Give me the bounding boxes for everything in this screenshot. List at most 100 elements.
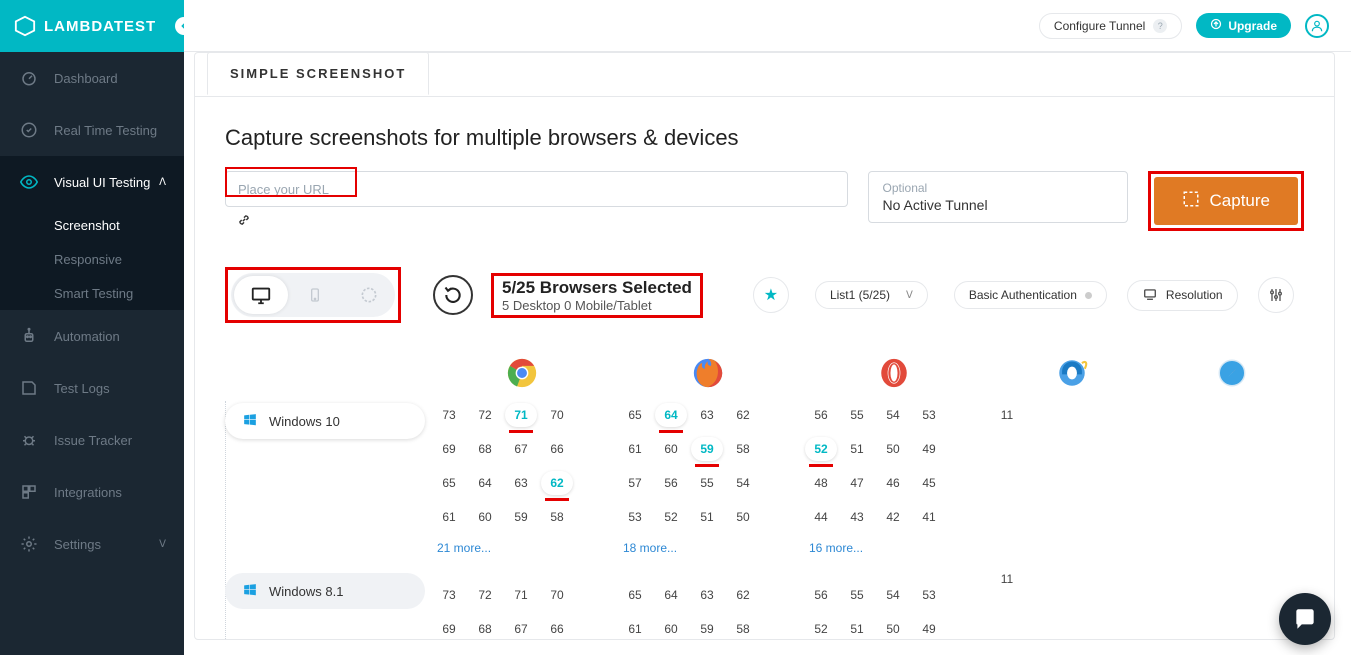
version-chip[interactable]: 66 (541, 617, 573, 639)
version-chip[interactable]: 64 (469, 471, 501, 495)
chrome-more-link[interactable]: 21 more... (433, 541, 611, 555)
configure-tunnel-button[interactable]: Configure Tunnel ? (1039, 13, 1182, 39)
version-chip[interactable]: 50 (877, 617, 909, 639)
version-chip[interactable]: 65 (433, 471, 465, 495)
sidebar-item-visual-ui[interactable]: Visual UI Testing ᐱ (0, 156, 184, 208)
version-chip[interactable]: 68 (469, 617, 501, 639)
favorite-button[interactable]: ★ (753, 277, 789, 313)
version-chip[interactable]: 70 (541, 403, 573, 427)
version-chip[interactable]: 58 (727, 617, 759, 639)
version-chip[interactable]: 51 (691, 505, 723, 529)
sidebar-subitem-responsive[interactable]: Responsive (0, 242, 184, 276)
version-chip[interactable]: 51 (841, 617, 873, 639)
version-chip[interactable]: 70 (541, 583, 573, 607)
tunnel-box[interactable]: Optional No Active Tunnel (868, 171, 1128, 223)
version-chip[interactable]: 69 (433, 617, 465, 639)
version-chip[interactable]: 57 (619, 471, 651, 495)
filters-button[interactable] (1258, 277, 1294, 313)
version-chip[interactable]: 49 (913, 617, 945, 639)
account-avatar[interactable] (1305, 14, 1329, 38)
version-chip[interactable]: 54 (727, 471, 759, 495)
sidebar-item-testlogs[interactable]: Test Logs (0, 362, 184, 414)
device-clock-toggle[interactable] (342, 276, 396, 314)
version-chip[interactable]: 67 (505, 617, 537, 639)
os-windows-10[interactable]: Windows 10 (225, 403, 425, 439)
sidebar-subitem-screenshot[interactable]: Screenshot (0, 208, 184, 242)
version-chip[interactable]: 59 (691, 437, 723, 461)
sidebar-subitem-smart-testing[interactable]: Smart Testing (0, 276, 184, 310)
version-chip[interactable]: 11 (991, 567, 1023, 591)
version-chip[interactable]: 63 (691, 403, 723, 427)
version-chip[interactable]: 67 (505, 437, 537, 461)
version-chip[interactable]: 53 (619, 505, 651, 529)
version-chip[interactable]: 59 (505, 505, 537, 529)
reset-button[interactable] (433, 275, 473, 315)
brand[interactable]: LAMBDATEST (0, 0, 184, 52)
version-chip[interactable]: 62 (727, 583, 759, 607)
device-desktop-toggle[interactable] (234, 276, 288, 314)
version-chip[interactable]: 43 (841, 505, 873, 529)
version-chip[interactable]: 49 (913, 437, 945, 461)
basic-auth-pill[interactable]: Basic Authentication (954, 281, 1107, 309)
version-chip[interactable]: 42 (877, 505, 909, 529)
version-chip[interactable]: 64 (655, 583, 687, 607)
opera-more-link[interactable]: 16 more... (805, 541, 983, 555)
list-dropdown[interactable]: List1 (5/25) ᐯ (815, 281, 928, 309)
version-chip[interactable]: 60 (655, 437, 687, 461)
version-chip[interactable]: 69 (433, 437, 465, 461)
version-chip[interactable]: 45 (913, 471, 945, 495)
version-chip[interactable]: 71 (505, 403, 537, 427)
version-chip[interactable]: 50 (877, 437, 909, 461)
version-chip[interactable]: 11 (991, 403, 1023, 427)
version-chip[interactable]: 64 (655, 403, 687, 427)
version-chip[interactable]: 58 (727, 437, 759, 461)
device-mobile-toggle[interactable] (288, 276, 342, 314)
version-chip[interactable]: 60 (469, 505, 501, 529)
sidebar-item-dashboard[interactable]: Dashboard (0, 52, 184, 104)
version-chip[interactable]: 52 (805, 617, 837, 639)
version-chip[interactable]: 55 (841, 403, 873, 427)
version-chip[interactable]: 41 (913, 505, 945, 529)
tab-simple-screenshot[interactable]: SIMPLE SCREENSHOT (207, 52, 429, 95)
version-chip[interactable]: 63 (505, 471, 537, 495)
version-chip[interactable]: 61 (433, 505, 465, 529)
sidebar-item-settings[interactable]: Settings ᐯ (0, 518, 184, 570)
version-chip[interactable]: 65 (619, 583, 651, 607)
version-chip[interactable]: 52 (655, 505, 687, 529)
version-chip[interactable]: 56 (805, 403, 837, 427)
version-chip[interactable]: 56 (805, 583, 837, 607)
version-chip[interactable]: 50 (727, 505, 759, 529)
version-chip[interactable]: 60 (655, 617, 687, 639)
resolution-pill[interactable]: Resolution (1127, 280, 1238, 311)
version-chip[interactable]: 56 (655, 471, 687, 495)
version-chip[interactable]: 62 (541, 471, 573, 495)
sidebar-item-automation[interactable]: Automation (0, 310, 184, 362)
link-icon[interactable] (237, 213, 251, 232)
os-windows-81[interactable]: Windows 8.1 (225, 573, 425, 609)
firefox-more-link[interactable]: 18 more... (619, 541, 797, 555)
version-chip[interactable]: 58 (541, 505, 573, 529)
version-chip[interactable]: 72 (469, 403, 501, 427)
version-chip[interactable]: 73 (433, 403, 465, 427)
capture-button[interactable]: Capture (1154, 177, 1298, 225)
version-chip[interactable]: 63 (691, 583, 723, 607)
version-chip[interactable]: 66 (541, 437, 573, 461)
version-chip[interactable]: 52 (805, 437, 837, 461)
version-chip[interactable]: 47 (841, 471, 873, 495)
version-chip[interactable]: 54 (877, 583, 909, 607)
version-chip[interactable]: 55 (691, 471, 723, 495)
chat-button[interactable] (1279, 593, 1331, 645)
version-chip[interactable]: 73 (433, 583, 465, 607)
version-chip[interactable]: 68 (469, 437, 501, 461)
version-chip[interactable]: 62 (727, 403, 759, 427)
version-chip[interactable]: 61 (619, 617, 651, 639)
version-chip[interactable]: 72 (469, 583, 501, 607)
version-chip[interactable]: 48 (805, 471, 837, 495)
version-chip[interactable]: 65 (619, 403, 651, 427)
version-chip[interactable]: 54 (877, 403, 909, 427)
sidebar-item-issuetracker[interactable]: Issue Tracker (0, 414, 184, 466)
sidebar-item-integrations[interactable]: Integrations (0, 466, 184, 518)
version-chip[interactable]: 44 (805, 505, 837, 529)
version-chip[interactable]: 59 (691, 617, 723, 639)
version-chip[interactable]: 53 (913, 403, 945, 427)
